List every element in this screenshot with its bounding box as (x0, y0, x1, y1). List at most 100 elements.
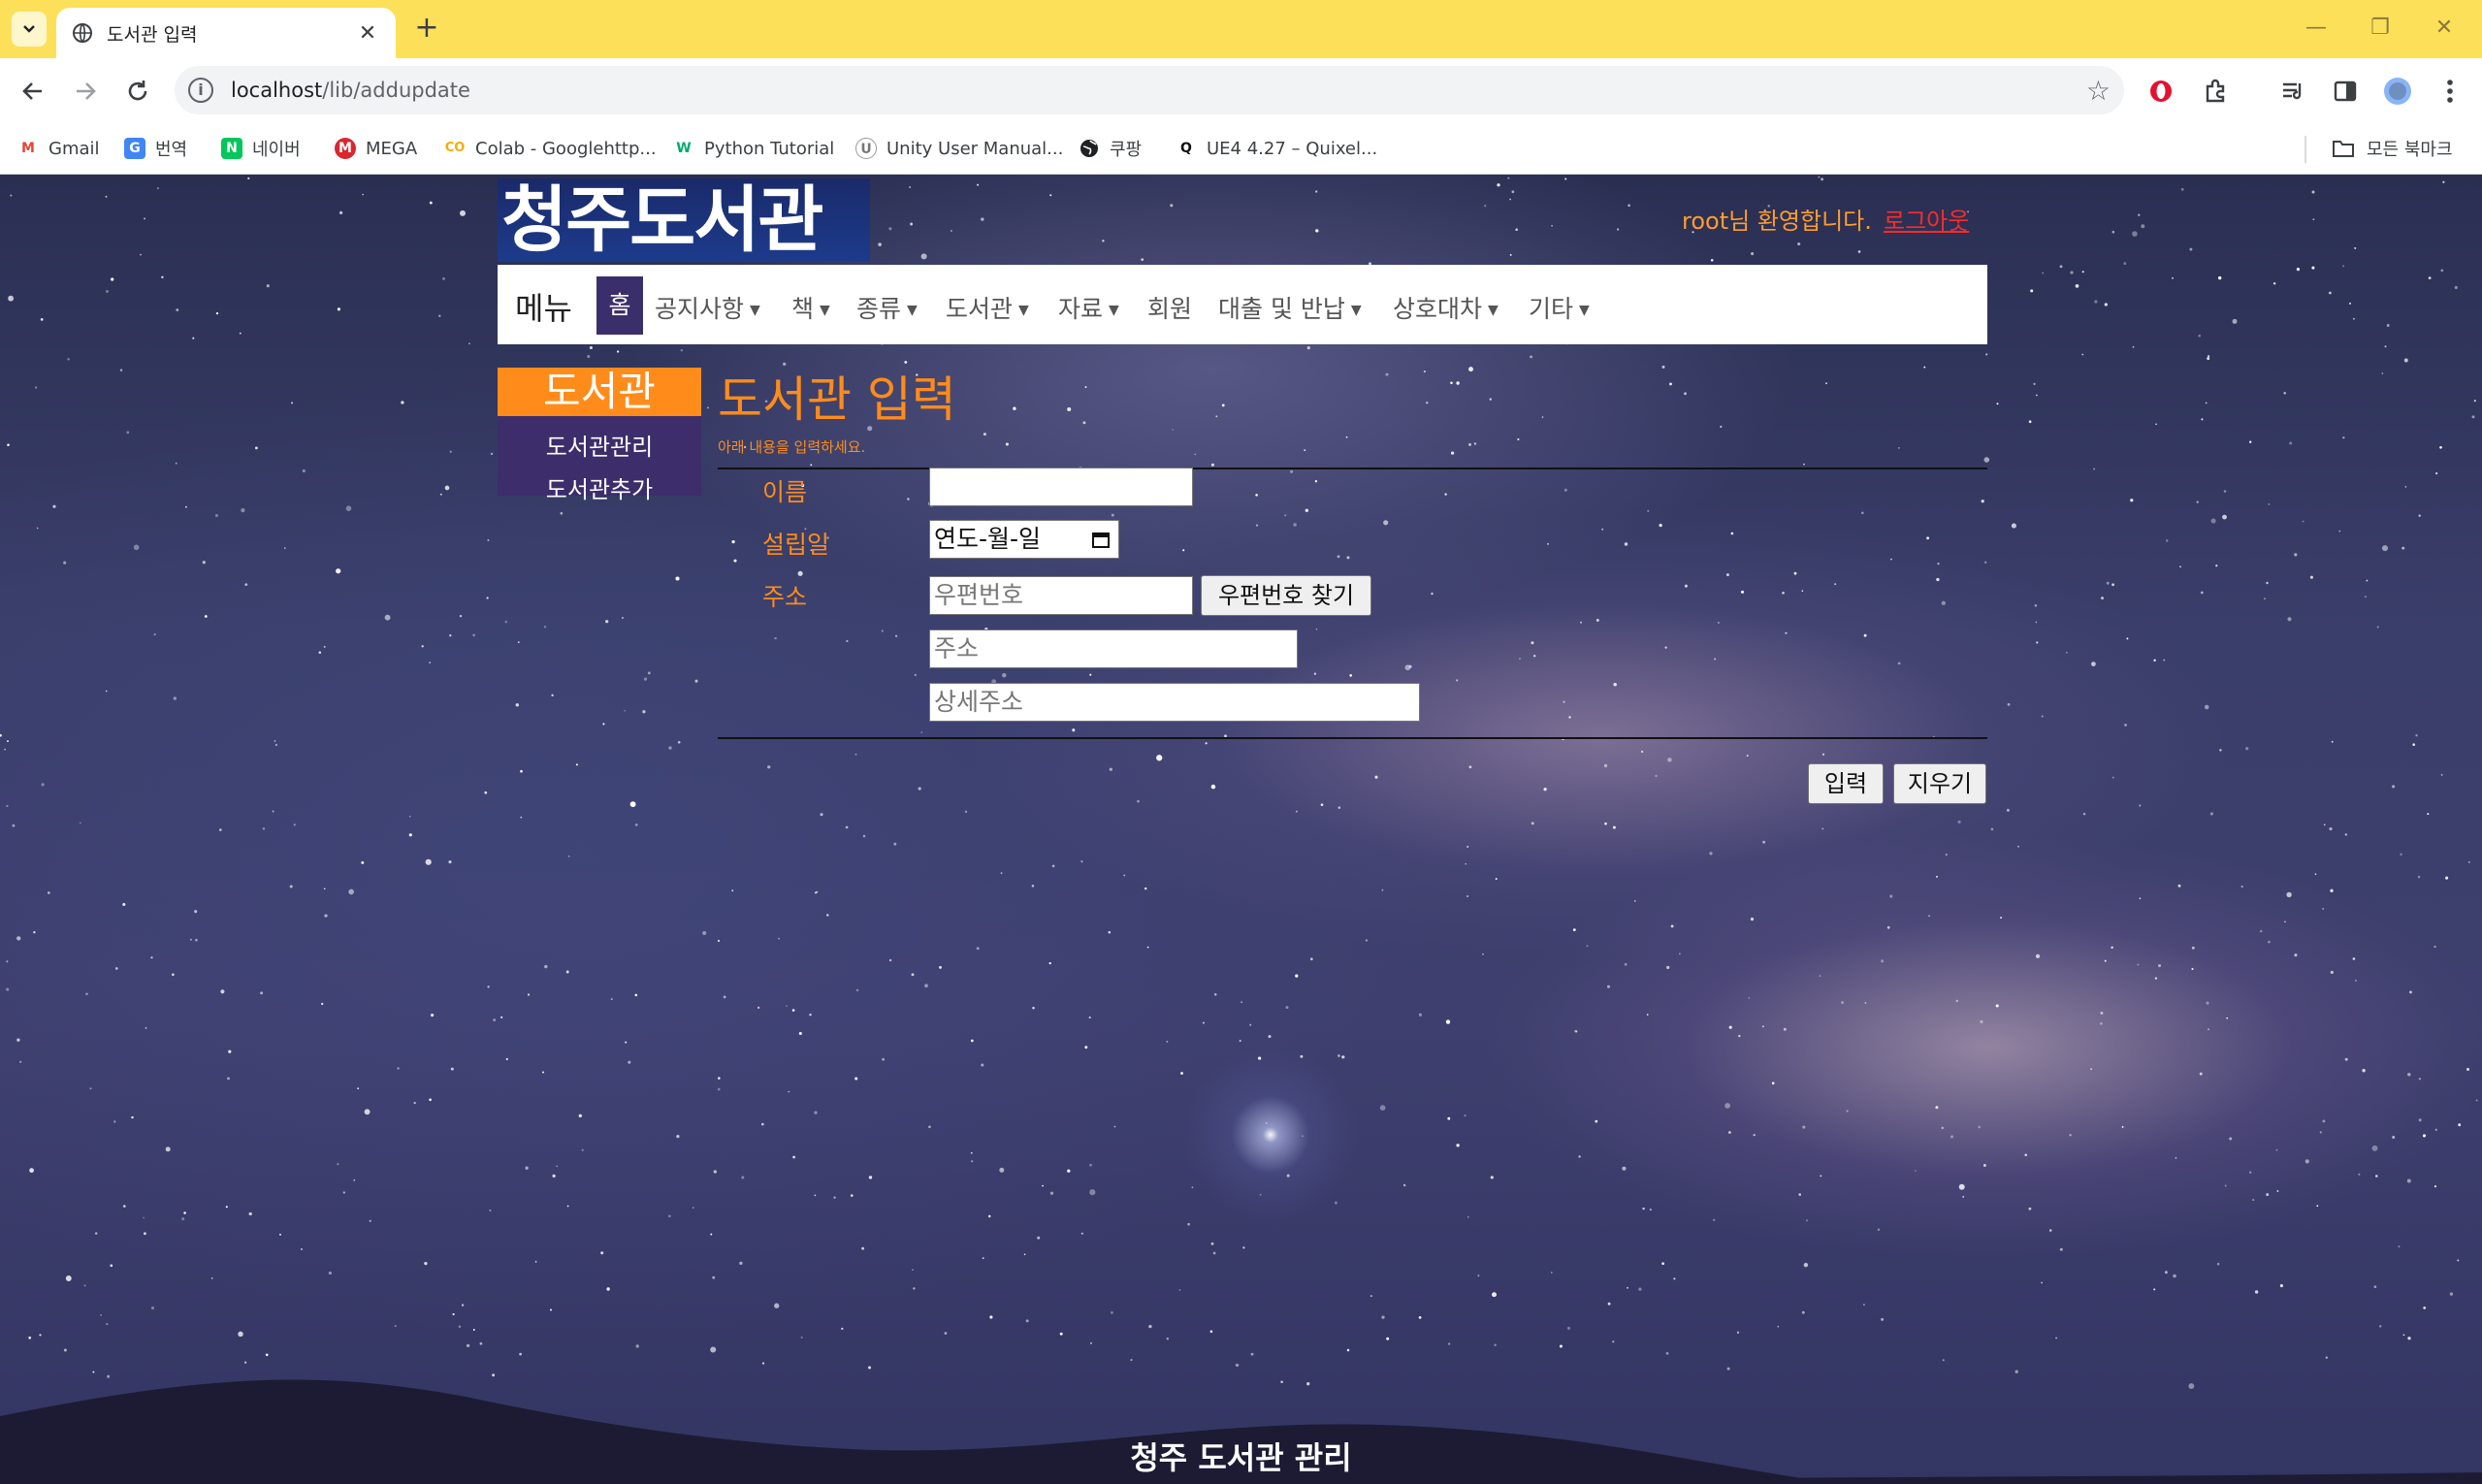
bookmark-mega[interactable]: M MEGA (335, 134, 417, 163)
all-bookmarks-folder[interactable]: 모든 북마크 (2332, 134, 2453, 163)
address-bar[interactable]: i localhost/lib/addupdate ☆ (175, 66, 2124, 114)
quixel-icon: Q (1176, 138, 1197, 159)
bookmark-naver[interactable]: N 네이버 (221, 134, 301, 163)
bookmark-ue4-quixel[interactable]: Q UE4 4.27 – Quixel... (1176, 134, 1377, 163)
site-info-icon[interactable]: i (188, 78, 213, 103)
more-menu-icon[interactable] (2433, 74, 2467, 109)
sidebar-item-library-add[interactable]: 도서관추가 (498, 470, 701, 504)
nav-label: 책 (791, 295, 815, 323)
side-panel-icon[interactable] (2328, 74, 2363, 109)
bookmark-gmail[interactable]: M Gmail (17, 134, 100, 163)
new-tab-button[interactable]: + (409, 12, 444, 47)
bookmark-label: Colab - Googlehttp... (475, 138, 657, 159)
page-footer: 청주 도서관 관리 (1130, 1439, 1352, 1476)
url-text: localhost/lib/addupdate (231, 79, 2086, 102)
name-input[interactable] (929, 468, 1193, 506)
nav-label: 도서관 (946, 295, 1014, 323)
nav-item-materials[interactable]: 자료 ▼ (1058, 290, 1119, 325)
logout-link[interactable]: 로그아웃 (1884, 202, 1969, 236)
bookmark-label: 쿠팡 (1110, 140, 1143, 160)
sidebar-title: 도서관 (498, 368, 701, 416)
bookmark-label: Unity User Manual... (886, 138, 1064, 159)
nav-label: 공지사항 (655, 295, 745, 323)
nav-item-members[interactable]: 회원 (1147, 290, 1192, 325)
nav-item-books[interactable]: 책 ▼ (791, 290, 830, 325)
bookmark-coupang[interactable]: 쿠팡 (1079, 134, 1142, 163)
find-zipcode-button[interactable]: 우편번호 찾기 (1201, 575, 1371, 616)
zipcode-input[interactable]: 우편번호 (929, 576, 1193, 615)
caret-down-icon: ▼ (1488, 303, 1499, 318)
nav-label: 상호대차 (1393, 295, 1483, 323)
window-close-button[interactable]: ✕ (2417, 12, 2471, 47)
nav-label: 종류 (856, 295, 902, 323)
reading-list-icon[interactable] (2275, 74, 2310, 109)
reload-button[interactable] (118, 72, 157, 111)
unity-icon: U (855, 138, 877, 159)
nav-item-interlibrary-loan[interactable]: 상호대차 ▼ (1393, 290, 1499, 325)
bookmark-label: 번역 (155, 140, 188, 160)
bookmark-colab[interactable]: CO Colab - Googlehttp... (444, 134, 657, 163)
caret-down-icon: ▼ (820, 303, 830, 318)
caret-down-icon: ▼ (1109, 303, 1119, 318)
founded-date-label: 설립일 (762, 531, 830, 559)
caret-down-icon: ▼ (1579, 303, 1590, 318)
profile-avatar[interactable] (2380, 74, 2415, 109)
globe-icon (1080, 140, 1098, 157)
nav-label: 대출 및 반납 (1218, 295, 1345, 323)
nav-item-categories[interactable]: 종류 ▼ (856, 290, 918, 325)
nav-item-etc[interactable]: 기타 ▼ (1529, 290, 1590, 325)
navbar-brand[interactable]: 메뉴 (515, 284, 572, 329)
bookmark-label: UE4 4.27 – Quixel... (1207, 138, 1378, 159)
caret-down-icon: ▼ (750, 303, 760, 318)
bookmark-python-tutorial[interactable]: W Python Tutorial (673, 134, 834, 163)
browser-tab-strip: 도서관 입력 ✕ + — ❐ ✕ (0, 0, 2482, 58)
all-bookmarks-label: 모든 북마크 (2367, 140, 2453, 160)
tab-search-button[interactable] (12, 12, 47, 47)
founded-date-input[interactable]: 연도-월-일 (929, 520, 1119, 559)
date-placeholder: 연도-월-일 (934, 525, 1042, 553)
nav-item-home[interactable]: 홈 (596, 276, 643, 335)
maximize-button[interactable]: ❐ (2353, 12, 2407, 47)
caret-down-icon: ▼ (907, 303, 918, 318)
submit-button[interactable]: 입력 (1808, 763, 1884, 804)
bookmark-translate[interactable]: G 번역 (124, 134, 187, 163)
site-logo[interactable]: 청주도서관 (498, 178, 870, 262)
opera-extension-icon[interactable] (2144, 74, 2178, 109)
sidebar-item-library-manage[interactable]: 도서관관리 (498, 428, 701, 462)
caret-down-icon: ▼ (1018, 303, 1029, 318)
form-bottom-divider (718, 737, 1987, 739)
detail-address-input[interactable]: 상세주소 (929, 683, 1420, 722)
address-input[interactable]: 주소 (929, 629, 1298, 668)
nav-item-notices[interactable]: 공지사항 ▼ (655, 290, 760, 325)
sidebar-menu: 도서관관리 도서관추가 (498, 416, 701, 503)
bookmarks-bar: M Gmail G 번역 N 네이버 M MEGA CO Colab - Goo… (0, 122, 2482, 175)
bookmark-divider (2305, 136, 2306, 163)
gmail-icon: M (17, 138, 39, 159)
nav-item-libraries[interactable]: 도서관 ▼ (946, 290, 1029, 325)
browser-tab-active[interactable]: 도서관 입력 ✕ (56, 8, 396, 58)
forward-button[interactable] (66, 72, 105, 111)
back-button[interactable] (14, 72, 52, 111)
colab-icon: CO (444, 138, 466, 159)
main-navbar: 메뉴 홈 공지사항 ▼ 책 ▼ 종류 ▼ 도서관 ▼ 자료 ▼ 회원 대출 및 반납 ▼ 상… (498, 265, 1987, 344)
name-label: 이름 (762, 478, 808, 506)
nav-item-loan-return[interactable]: 대출 및 반납 ▼ (1218, 290, 1362, 325)
bookmark-star-icon[interactable]: ☆ (2086, 75, 2111, 107)
extensions-puzzle-icon[interactable] (2198, 74, 2233, 109)
close-icon[interactable]: ✕ (355, 21, 380, 46)
clear-button[interactable]: 지우기 (1893, 763, 1986, 804)
w3schools-icon: W (673, 138, 694, 159)
folder-icon (2333, 141, 2354, 157)
bookmark-label: MEGA (366, 138, 418, 159)
minimize-button[interactable]: — (2289, 12, 2343, 47)
url-host: localhost (231, 79, 323, 102)
tab-title: 도서관 입력 (107, 23, 198, 46)
bookmark-unity-manual[interactable]: U Unity User Manual... (855, 134, 1063, 163)
translate-icon: G (124, 138, 145, 159)
page-subtitle: 아래 내용을 입력하세요. (718, 438, 866, 456)
nav-label: 자료 (1058, 295, 1104, 323)
nav-label: 기타 (1529, 295, 1574, 323)
welcome-message: root님 환영합니다. (1682, 208, 1872, 235)
form-top-divider (718, 468, 1987, 469)
calendar-icon[interactable] (1091, 530, 1111, 549)
